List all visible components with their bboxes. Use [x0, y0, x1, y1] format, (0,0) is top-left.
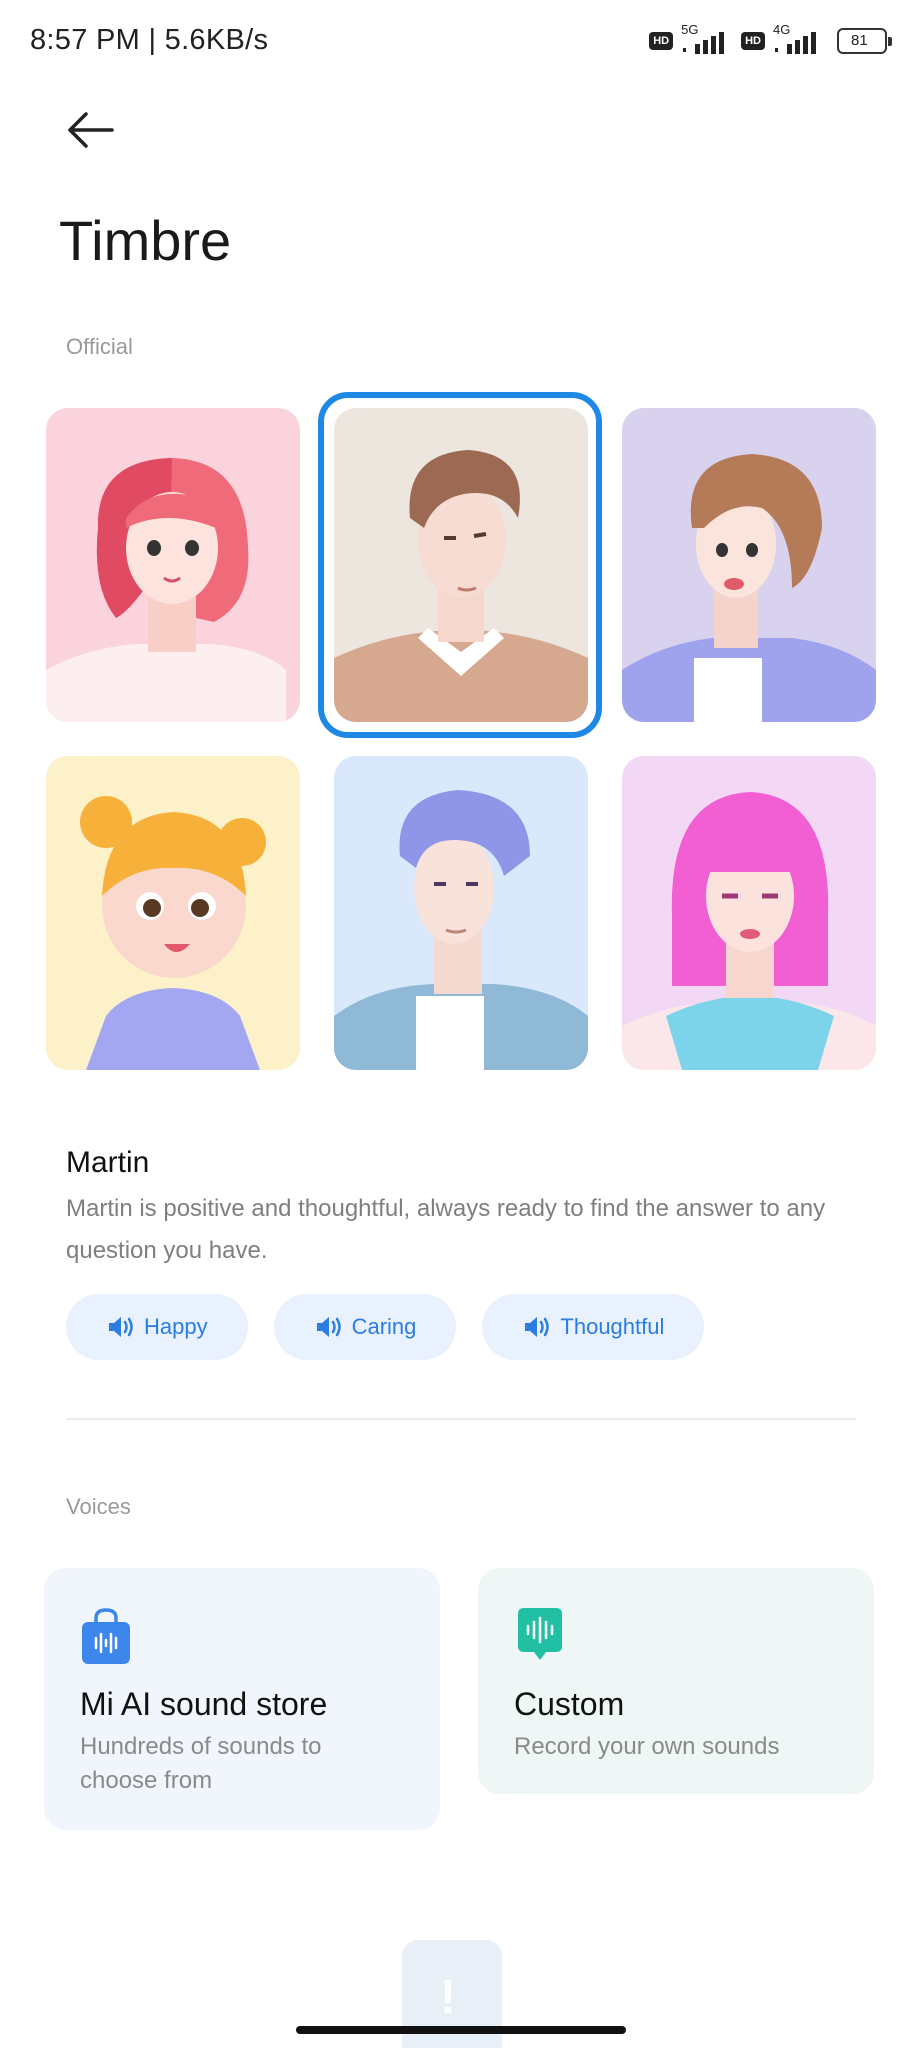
signal-4g-icon: 4G — [771, 22, 827, 58]
status-bar: 8:57 PM | 5.6KB/s HD 5G HD 4G 81 — [0, 0, 921, 86]
custom-voice-subtitle: Record your own sounds — [514, 1733, 780, 1760]
page-title: Timbre — [59, 209, 232, 272]
hd-badge: HD — [741, 32, 765, 50]
custom-voice-card[interactable]: Custom Record your own sounds — [478, 1568, 874, 1794]
speaker-icon — [314, 1314, 344, 1340]
tag-caring[interactable]: Caring — [273, 1294, 457, 1360]
short-brown-hair-woman-illustration — [622, 408, 876, 722]
sound-store-card[interactable]: Mi AI sound store Hundreds of sounds to … — [44, 1568, 440, 1830]
avatar-short-brown-hair-woman[interactable] — [622, 408, 876, 722]
battery-icon: 81 — [837, 28, 892, 54]
avatar-blue-hair-man[interactable] — [334, 756, 588, 1070]
section-label-voices: Voices — [66, 1494, 131, 1519]
exclamation-icon: ! — [440, 1971, 456, 2024]
battery-level: 81 — [851, 32, 868, 49]
avatar-pink-hair-woman[interactable] — [46, 408, 300, 722]
status-time: 8:57 PM | 5.6KB/s — [30, 24, 269, 56]
voice-name: Martin — [66, 1146, 150, 1179]
tag-happy[interactable]: Happy — [66, 1294, 248, 1360]
sound-store-subtitle: Hundreds of sounds to choose from — [80, 1733, 322, 1794]
avatar-girl-with-buns[interactable] — [46, 756, 300, 1070]
speaker-icon — [106, 1314, 136, 1340]
blue-hair-man-illustration — [334, 756, 588, 1070]
signal-5g-icon: 5G — [679, 22, 735, 58]
tag-label: Caring — [351, 1314, 417, 1339]
tag-thoughtful[interactable]: Thoughtful — [482, 1294, 705, 1360]
avatar-martin[interactable] — [334, 408, 588, 722]
sound-store-title: Mi AI sound store — [80, 1686, 328, 1722]
tag-label: Thoughtful — [560, 1314, 665, 1339]
section-label-official: Official — [66, 334, 133, 359]
voice-record-icon — [514, 1606, 566, 1666]
girl-with-buns-illustration — [46, 756, 300, 1070]
pink-hair-woman-illustration — [46, 408, 300, 722]
back-button[interactable] — [64, 110, 120, 150]
hd-badge: HD — [649, 32, 674, 50]
speaker-icon — [522, 1314, 552, 1340]
magenta-hair-woman-illustration — [622, 756, 876, 1070]
custom-voice-title: Custom — [514, 1686, 625, 1722]
status-icons: HD 5G HD 4G 81 — [649, 22, 892, 58]
shopping-bag-icon — [80, 1606, 132, 1666]
voice-description: Martin is positive and thoughtful, alway… — [66, 1195, 826, 1264]
avatar-magenta-hair-woman[interactable] — [622, 756, 876, 1070]
tag-label: Happy — [144, 1314, 208, 1339]
home-indicator[interactable] — [296, 2026, 626, 2034]
voice-tag-row: Happy Caring Thoughtful — [66, 1294, 705, 1360]
martin-illustration — [334, 408, 588, 722]
divider — [66, 1418, 856, 1420]
back-arrow-icon — [68, 112, 114, 148]
